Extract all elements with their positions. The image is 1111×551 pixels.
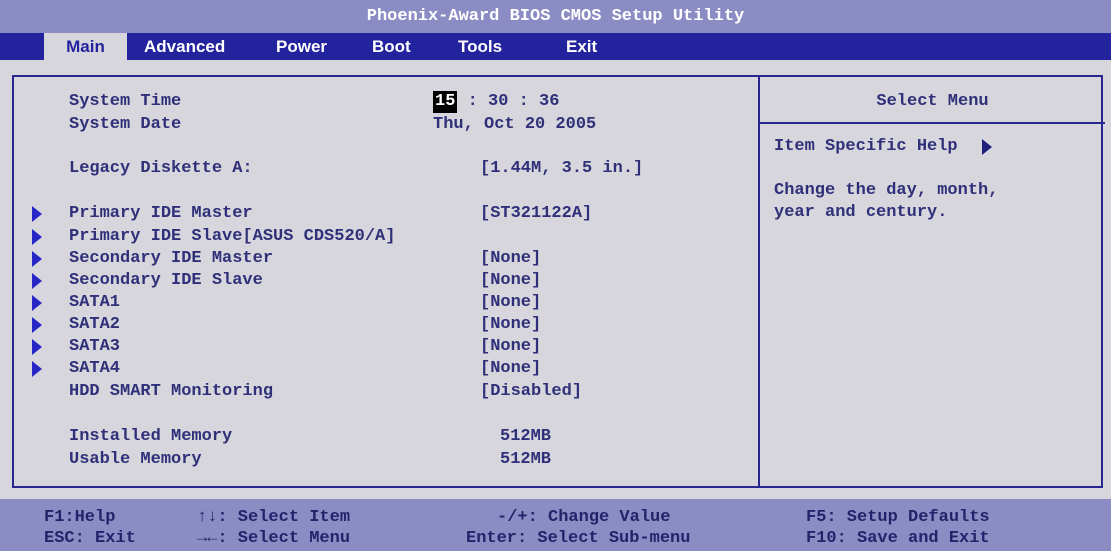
system-date-value[interactable]: Thu, Oct 20 2005 — [433, 114, 596, 136]
sata4-label[interactable]: SATA4 — [69, 358, 120, 380]
system-time-value[interactable]: 15 : 30 : 36 — [433, 91, 559, 113]
sata2-label[interactable]: SATA2 — [69, 314, 120, 336]
installed-memory-label: Installed Memory — [69, 427, 233, 446]
submenu-arrow-icon — [32, 229, 42, 245]
secondary-ide-master-label[interactable]: Secondary IDE Master — [69, 248, 273, 270]
footer-setup-defaults: F5: Setup Defaults — [806, 508, 990, 527]
footer-select-submenu: Enter: Select Sub-menu — [466, 529, 691, 548]
footer-f1-help: F1:Help — [44, 508, 116, 527]
secondary-ide-master-value: [None] — [480, 249, 542, 268]
usable-memory-value: 512MB — [500, 450, 552, 469]
help-line-2: year and century. — [774, 203, 948, 222]
system-date-label: System Date — [69, 115, 182, 134]
footer-save-exit: F10: Save and Exit — [806, 529, 990, 548]
sata1-value: [None] — [480, 293, 542, 312]
submenu-arrow-icon — [32, 339, 42, 355]
primary-ide-master-value: [ST321122A] — [480, 204, 593, 223]
hdd-smart-value[interactable]: [Disabled] — [480, 381, 582, 403]
tab-exit[interactable]: Exit — [566, 33, 597, 60]
help-header: Select Menu — [876, 92, 989, 111]
hdd-smart-label: HDD SMART Monitoring — [69, 382, 274, 401]
primary-ide-slave-label: Primary IDE Slave — [69, 227, 243, 246]
tab-power[interactable]: Power — [276, 33, 327, 60]
submenu-arrow-icon — [32, 317, 42, 333]
secondary-ide-slave-value: [None] — [480, 271, 542, 290]
submenu-arrow-icon — [32, 273, 42, 289]
footer-select-item: ↑↓: Select Item — [197, 508, 351, 527]
primary-ide-master-label[interactable]: Primary IDE Master — [69, 203, 253, 225]
submenu-arrow-icon — [32, 251, 42, 267]
secondary-ide-slave-label[interactable]: Secondary IDE Slave — [69, 270, 263, 292]
legacy-diskette-value[interactable]: [1.44M, 3.5 in.] — [480, 158, 643, 180]
sata4-value: [None] — [480, 359, 542, 378]
title-bar: Phoenix-Award BIOS CMOS Setup Utility — [0, 0, 1111, 33]
installed-memory-value: 512MB — [500, 427, 552, 446]
system-time-rest: : 30 : 36 — [467, 92, 560, 111]
main-panel: System Time 15 : 30 : 36 System Date Thu… — [12, 75, 1105, 488]
submenu-arrow-icon — [32, 361, 42, 377]
sata1-label[interactable]: SATA1 — [69, 292, 120, 314]
tab-boot[interactable]: Boot — [372, 33, 411, 60]
help-line-1: Change the day, month, — [774, 181, 999, 200]
panel-divider — [758, 77, 760, 486]
mouse-cursor-icon — [982, 139, 992, 155]
help-subheader: Item Specific Help — [774, 137, 958, 156]
tab-advanced[interactable]: Advanced — [144, 33, 225, 60]
tab-main[interactable]: Main — [44, 33, 127, 60]
primary-ide-slave-value: [ASUS CDS520/A] — [242, 227, 396, 246]
sata3-label[interactable]: SATA3 — [69, 336, 120, 358]
sata3-value: [None] — [480, 337, 542, 356]
system-time-hour[interactable]: 15 — [433, 91, 458, 113]
submenu-arrow-icon — [32, 295, 42, 311]
menu-bar: Main Advanced Power Boot Tools Exit — [0, 33, 1111, 60]
legacy-diskette-label: Legacy Diskette A: — [69, 159, 253, 178]
submenu-arrow-icon — [32, 206, 42, 222]
primary-ide-slave-item[interactable]: Primary IDE Slave[ASUS CDS520/A] — [69, 226, 395, 248]
tab-tools[interactable]: Tools — [458, 33, 502, 60]
footer-select-menu: →←: Select Menu — [197, 529, 351, 548]
usable-memory-label: Usable Memory — [69, 450, 202, 469]
system-time-label: System Time — [69, 92, 182, 111]
footer-bar: F1:Help ESC: Exit ↑↓: Select Item →←: Se… — [0, 499, 1111, 551]
help-divider — [760, 122, 1105, 124]
footer-change-value: -/+: Change Value — [497, 508, 671, 527]
sata2-value: [None] — [480, 315, 542, 334]
footer-esc-exit: ESC: Exit — [44, 529, 136, 548]
